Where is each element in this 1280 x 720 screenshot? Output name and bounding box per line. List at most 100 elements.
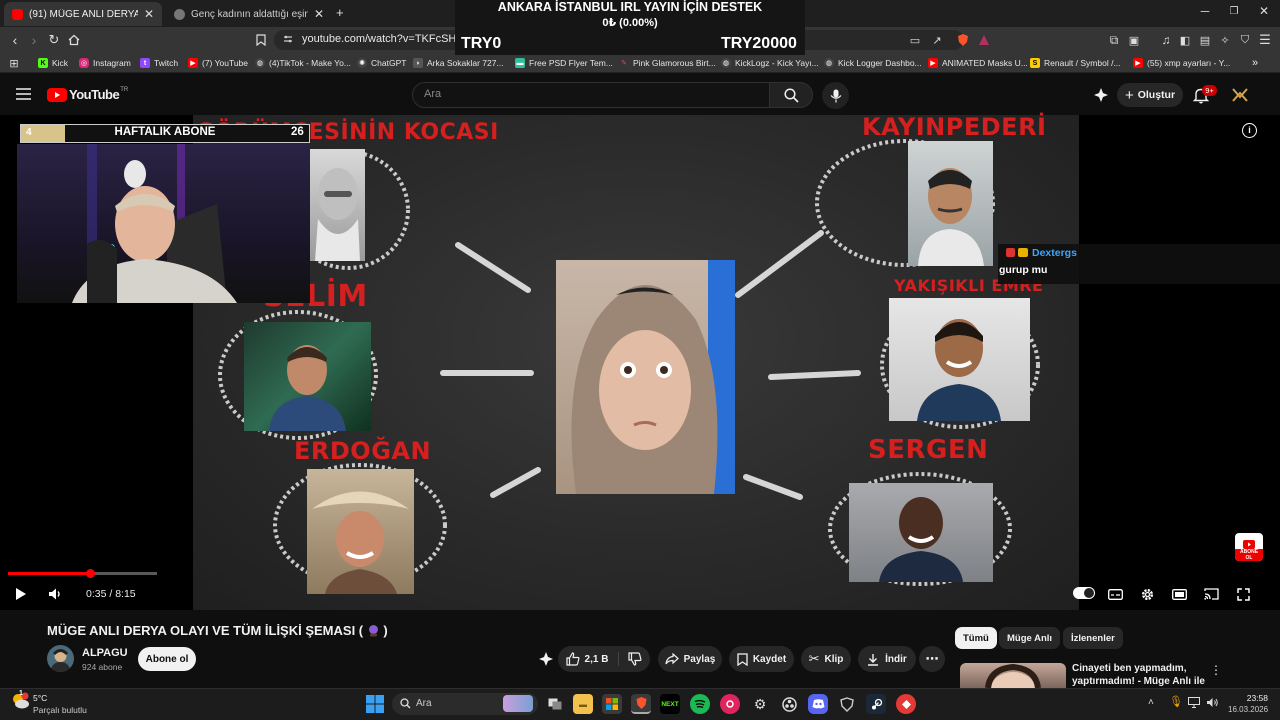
channel-name[interactable]: ALPAGU	[82, 647, 128, 659]
plus-icon: +	[1124, 86, 1134, 104]
play-button[interactable]	[12, 585, 30, 603]
ai-ask-icon[interactable]	[538, 651, 554, 667]
recommended-menu-icon[interactable]: ⋮	[1210, 663, 1222, 677]
minimize-window-icon[interactable]: ─	[1195, 4, 1215, 22]
bookmark-item[interactable]: S Renault / Symbol /...	[1030, 56, 1121, 70]
save-button[interactable]: Kaydet	[729, 646, 794, 672]
leo-ai-icon[interactable]: ✧	[1216, 31, 1234, 49]
cast-tab-icon[interactable]: ▭	[906, 31, 924, 49]
bookmark-item[interactable]: ✎ Pink Glamorous Birt...	[619, 56, 716, 70]
channel-avatar[interactable]	[47, 645, 74, 672]
fullscreen-button[interactable]	[1234, 585, 1252, 603]
steam-icon[interactable]	[866, 694, 886, 714]
chip-watched[interactable]: İzlenenler	[1063, 627, 1123, 649]
theater-mode-button[interactable]	[1170, 585, 1188, 603]
obs-icon[interactable]	[779, 694, 799, 714]
share-button[interactable]: Paylaş	[658, 646, 722, 672]
vpn-app-icon[interactable]	[837, 694, 857, 714]
tray-overflow-icon[interactable]: ˄	[1148, 697, 1154, 708]
youtube-icon: ▶	[188, 58, 198, 68]
more-actions-button[interactable]: ⋯	[919, 646, 945, 672]
bookmark-item[interactable]: ◍ Kick Logger Dashbo...	[824, 56, 922, 70]
microphone-tray-icon[interactable]: 🎙	[1169, 695, 1183, 708]
search-highlight-icon[interactable]	[503, 695, 533, 712]
bookmark-item[interactable]: ✺ ChatGPT	[357, 56, 406, 70]
subscribe-button[interactable]: Abone ol	[138, 647, 196, 671]
site-info-icon[interactable]	[283, 34, 293, 44]
discord-icon[interactable]	[808, 694, 828, 714]
spotify-icon[interactable]	[690, 694, 710, 714]
bookmark-item[interactable]: ▬ Free PSD Flyer Tem...	[515, 56, 613, 70]
close-window-icon[interactable]: ✕	[1254, 4, 1274, 22]
vpn-shield-icon[interactable]: ⛉	[1236, 31, 1254, 49]
volume-button[interactable]	[46, 585, 64, 603]
autoplay-toggle[interactable]	[1073, 587, 1095, 599]
reload-icon[interactable]: ↻	[45, 31, 63, 49]
bookmark-item[interactable]: ▶ ANIMATED Masks U...	[928, 56, 1028, 70]
voice-search-button[interactable]	[822, 82, 849, 109]
bookmarks-overflow[interactable]: »	[1252, 56, 1258, 70]
media-player-icon[interactable]	[720, 694, 740, 714]
store-icon[interactable]	[602, 694, 622, 714]
network-tray-icon[interactable]	[1188, 697, 1200, 708]
brave-shield-icon[interactable]	[954, 31, 972, 49]
dislike-button[interactable]	[619, 652, 642, 666]
tab-active[interactable]: (91) MÜGE ANLI DERYA OLAYI VE ✕	[4, 2, 162, 26]
apps-grid-icon[interactable]: ⊞	[5, 54, 23, 72]
download-button[interactable]: İndir	[858, 646, 916, 672]
share-page-icon[interactable]: ↗	[928, 31, 946, 49]
new-tab-button[interactable]: +	[336, 5, 344, 20]
account-avatar[interactable]	[1232, 87, 1248, 103]
bookmark-item[interactable]: ◗ Arka Sokaklar 727...	[413, 56, 504, 70]
clip-button[interactable]: ✂ Klip	[801, 646, 851, 672]
chip-all[interactable]: Tümü	[955, 627, 997, 649]
video-progress-handle[interactable]	[86, 569, 96, 578]
restore-window-icon[interactable]: ❐	[1224, 6, 1244, 24]
clock-date[interactable]: 16.03.2026	[1228, 705, 1268, 714]
bookmark-star-icon[interactable]	[252, 31, 270, 49]
bookmark-item[interactable]: K Kick	[38, 56, 68, 70]
settings-button[interactable]	[1138, 585, 1156, 603]
app-icon[interactable]	[896, 694, 916, 714]
bookmark-item[interactable]: t Twitch	[140, 56, 178, 70]
bookmark-item[interactable]: ▶ (7) YouTube	[188, 56, 248, 70]
search-button[interactable]	[769, 82, 813, 108]
sidebar-toggle-icon[interactable]: ◧	[1176, 31, 1194, 49]
volume-tray-icon[interactable]	[1206, 697, 1219, 708]
screenshot-icon[interactable]: ▣	[1125, 31, 1143, 49]
forward-icon[interactable]: ›	[25, 31, 43, 49]
extensions-icon[interactable]: ⧉	[1105, 31, 1123, 49]
media-control-icon[interactable]: ♫	[1157, 31, 1175, 49]
home-icon[interactable]	[65, 31, 83, 49]
back-icon[interactable]: ‹	[6, 31, 24, 49]
clock-time[interactable]: 23:58	[1244, 693, 1268, 703]
search-input[interactable]	[412, 82, 770, 108]
subscribe-watermark[interactable]: ABONE OL	[1235, 533, 1263, 561]
create-button[interactable]: + Oluştur	[1117, 83, 1183, 107]
ai-sparkle-icon[interactable]	[1093, 87, 1109, 103]
cast-button[interactable]	[1202, 585, 1220, 603]
task-view-icon[interactable]	[545, 694, 565, 714]
start-button[interactable]	[366, 695, 384, 713]
close-tab-icon[interactable]: ✕	[138, 7, 154, 21]
subtitles-button[interactable]	[1106, 585, 1124, 603]
video-info-icon[interactable]: i	[1242, 123, 1257, 138]
tab-inactive[interactable]: Genç kadının aldattığı eşine attığı mu ✕	[166, 2, 332, 26]
wallet-icon[interactable]: ▤	[1196, 31, 1214, 49]
kick-app-icon[interactable]: NEXT	[660, 694, 680, 714]
file-explorer-icon[interactable]: ▬	[573, 694, 593, 714]
brave-browser-icon[interactable]	[631, 694, 651, 714]
recommended-thumbnail[interactable]	[960, 663, 1066, 688]
close-tab-icon[interactable]: ✕	[308, 7, 324, 21]
bookmark-item[interactable]: ◍ (4)TikTok - Make Yo...	[255, 56, 351, 70]
brave-rewards-icon[interactable]	[975, 31, 993, 49]
youtube-logo[interactable]: YouTube TR	[47, 87, 128, 102]
settings-app-icon[interactable]: ⚙	[750, 694, 770, 714]
hamburger-menu-icon[interactable]	[16, 88, 31, 100]
browser-menu-icon[interactable]: ☰	[1256, 31, 1274, 49]
bookmark-item[interactable]: ◍ KickLogz - Kick Yayı...	[721, 56, 819, 70]
like-button[interactable]: 2,1 B	[565, 652, 620, 666]
bookmark-item[interactable]: ◎ Instagram	[79, 56, 131, 70]
chip-muge-anli[interactable]: Müge Anlı	[999, 627, 1061, 649]
bookmark-item[interactable]: ▶ (55) xmp ayarları - Y...	[1133, 56, 1230, 70]
